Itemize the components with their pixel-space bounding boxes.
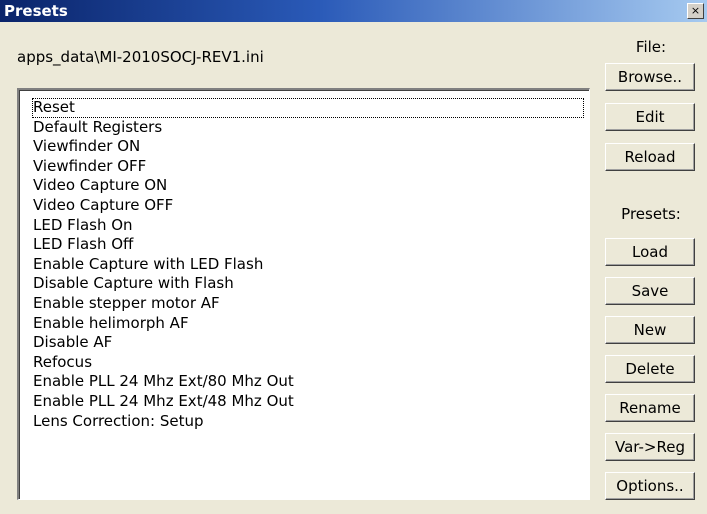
preset-list-item[interactable]: Refocus bbox=[33, 353, 92, 373]
preset-list-item[interactable]: Enable helimorph AF bbox=[33, 314, 189, 334]
var-to-reg-button[interactable]: Var->Reg bbox=[605, 433, 695, 461]
title-bar[interactable]: Presets × bbox=[0, 0, 707, 22]
close-icon: × bbox=[690, 4, 701, 17]
close-button[interactable]: × bbox=[687, 3, 704, 19]
preset-list-item[interactable]: Default Registers bbox=[33, 118, 162, 138]
preset-listbox[interactable]: Reset Default Registers Viewfinder ON Viewf… bbox=[17, 88, 590, 500]
preset-list-item[interactable]: Enable stepper motor AF bbox=[33, 294, 220, 314]
load-button[interactable]: Load bbox=[605, 238, 695, 266]
presets-section-label: Presets: bbox=[621, 205, 681, 223]
delete-button[interactable]: Delete bbox=[605, 355, 695, 383]
preset-list-item[interactable]: Viewfinder ON bbox=[33, 137, 140, 157]
preset-list-item[interactable]: Enable PLL 24 Mhz Ext/48 Mhz Out bbox=[33, 392, 294, 412]
save-button[interactable]: Save bbox=[605, 277, 695, 305]
preset-list-item[interactable]: Reset bbox=[32, 98, 584, 118]
edit-button[interactable]: Edit bbox=[605, 103, 695, 131]
preset-list-item[interactable]: Video Capture OFF bbox=[33, 196, 173, 216]
browse-button[interactable]: Browse.. bbox=[605, 63, 695, 91]
window-title: Presets bbox=[4, 2, 68, 20]
reload-button[interactable]: Reload bbox=[605, 143, 695, 171]
preset-list-item[interactable]: Lens Correction: Setup bbox=[33, 412, 204, 432]
rename-button[interactable]: Rename bbox=[605, 394, 695, 422]
preset-list-item[interactable]: LED Flash On bbox=[33, 216, 133, 236]
preset-list-item[interactable]: Disable Capture with Flash bbox=[33, 274, 234, 294]
options-button[interactable]: Options.. bbox=[605, 472, 695, 500]
preset-list-item[interactable]: Viewfinder OFF bbox=[33, 157, 146, 177]
preset-list-item[interactable]: Enable Capture with LED Flash bbox=[33, 255, 263, 275]
preset-list-item[interactable]: Enable PLL 24 Mhz Ext/80 Mhz Out bbox=[33, 372, 294, 392]
preset-list-item[interactable]: Video Capture ON bbox=[33, 176, 167, 196]
file-section-label: File: bbox=[635, 38, 667, 56]
file-path-label: apps_data\MI-2010SOCJ-REV1.ini bbox=[17, 48, 264, 66]
preset-list-item[interactable]: LED Flash Off bbox=[33, 235, 133, 255]
preset-list-item[interactable]: Disable AF bbox=[33, 333, 112, 353]
new-button[interactable]: New bbox=[605, 316, 695, 344]
